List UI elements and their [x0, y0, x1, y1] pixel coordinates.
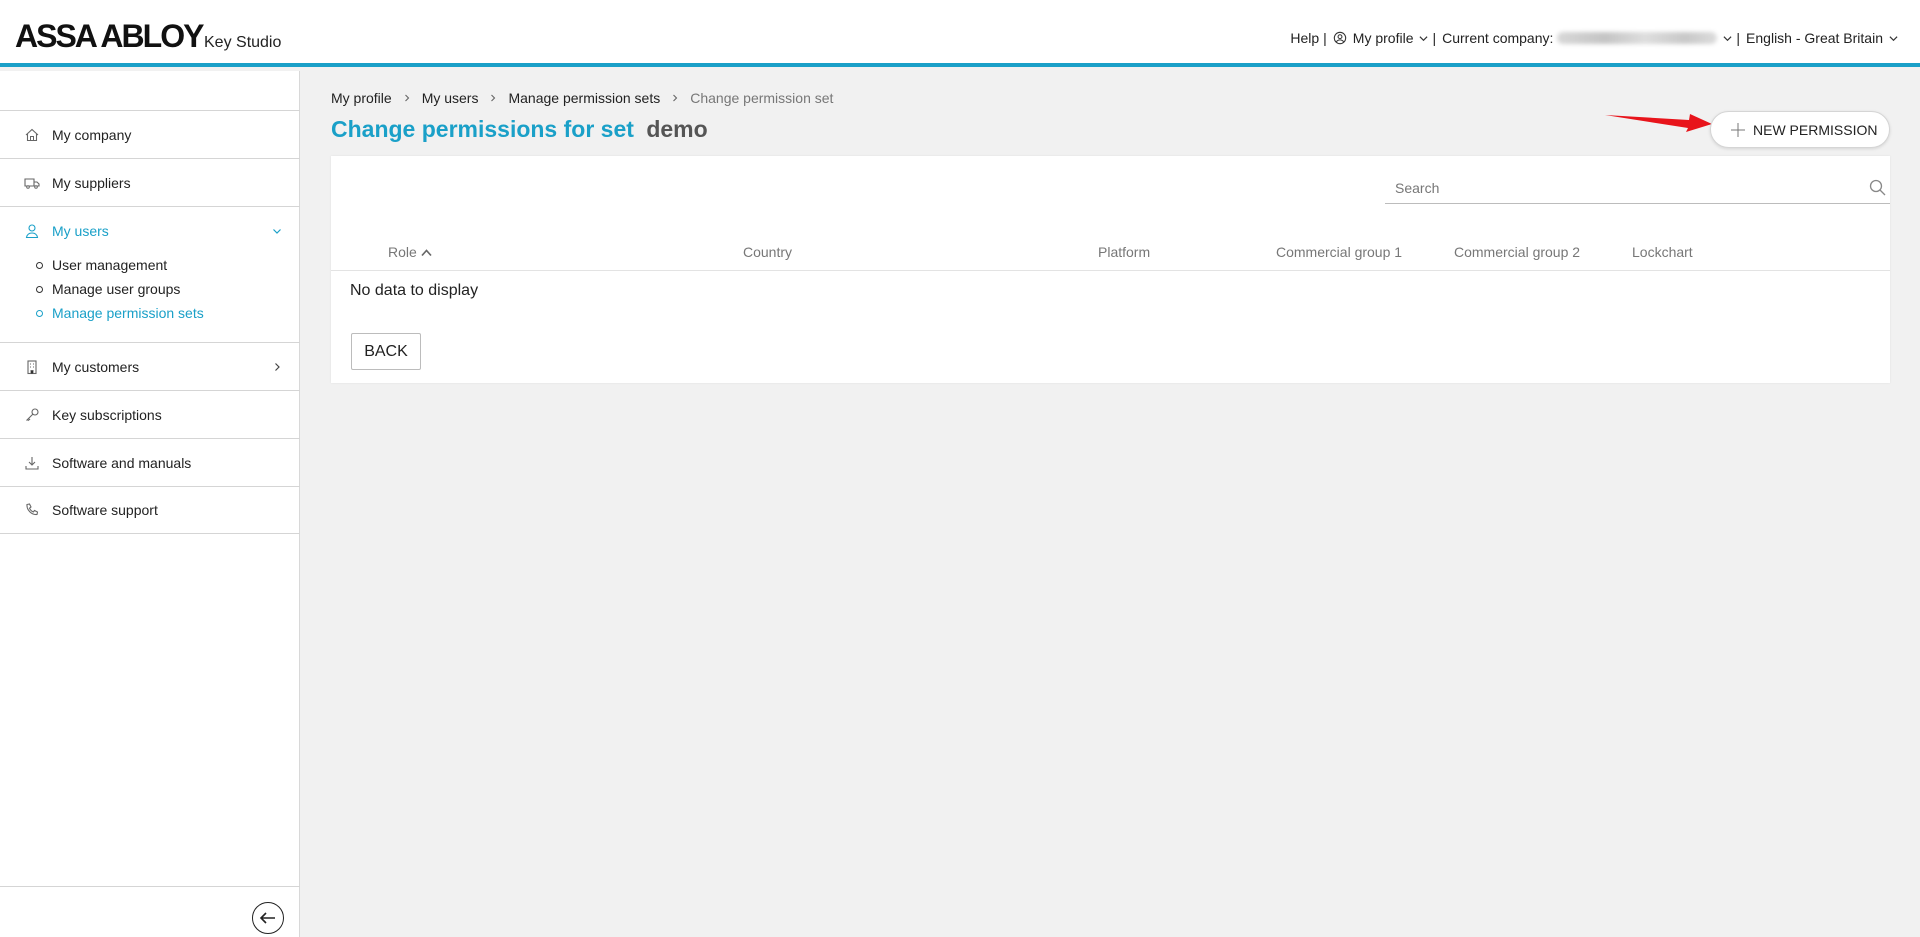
annotation-arrow	[1605, 114, 1712, 132]
sidebar-item-my-suppliers[interactable]: My suppliers	[0, 158, 300, 206]
submenu-item-user-management[interactable]: User management	[36, 255, 204, 279]
submenu-item-manage-user-groups[interactable]: Manage user groups	[36, 279, 204, 303]
top-header: ASSA ABLOY Key Studio Help | My profile …	[0, 0, 1920, 67]
separator: |	[1323, 30, 1327, 46]
sidebar-item-my-users[interactable]: My users	[0, 206, 300, 254]
column-header-country[interactable]: Country	[743, 244, 792, 260]
search-icon[interactable]	[1869, 179, 1886, 196]
sidebar-item-my-customers[interactable]: My customers	[0, 342, 300, 390]
column-header-commercial-group-2[interactable]: Commercial group 2	[1454, 244, 1580, 260]
user-icon	[25, 223, 39, 238]
column-header-platform[interactable]: Platform	[1098, 244, 1150, 260]
search-input[interactable]	[1395, 177, 1855, 199]
column-header-role[interactable]: Role	[388, 244, 432, 260]
download-icon	[25, 456, 39, 470]
sidebar-item-key-subscriptions[interactable]: Key subscriptions	[0, 390, 300, 438]
chevron-right-icon	[275, 362, 280, 371]
breadcrumb-my-users[interactable]: My users	[422, 90, 479, 106]
header-menu: Help | My profile | Current company: | E…	[1290, 30, 1898, 46]
chevron-down-icon	[1889, 35, 1898, 41]
sidebar-item-software-and-manuals[interactable]: Software and manuals	[0, 438, 300, 486]
breadcrumb-current-page: Change permission set	[690, 90, 834, 106]
help-link[interactable]: Help	[1290, 30, 1319, 46]
page-title: Change permissions for set demo	[331, 116, 708, 143]
column-header-commercial-group-1[interactable]: Commercial group 1	[1276, 244, 1402, 260]
breadcrumb-my-profile[interactable]: My profile	[331, 90, 392, 106]
permission-set-name: demo	[646, 116, 708, 142]
search-box	[1385, 171, 1890, 204]
page-title-prefix: Change permissions for set	[331, 116, 634, 142]
assa-abloy-logo[interactable]: ASSA ABLOY	[15, 18, 204, 55]
phone-icon	[26, 503, 39, 516]
chevron-right-icon	[673, 94, 678, 102]
breadcrumb-manage-permission-sets[interactable]: Manage permission sets	[508, 90, 660, 106]
product-name: Key Studio	[204, 34, 282, 51]
key-icon	[26, 407, 39, 421]
sidebar-item-my-company[interactable]: My company	[0, 110, 300, 158]
sort-ascending-icon	[421, 248, 432, 256]
user-circle-icon	[1333, 31, 1347, 45]
sidebar-divider	[0, 886, 300, 887]
chevron-down-icon	[1723, 35, 1732, 41]
back-button[interactable]: BACK	[351, 333, 421, 370]
submenu-item-manage-permission-sets[interactable]: Manage permission sets	[36, 303, 204, 327]
breadcrumb: My profile My users Manage permission se…	[331, 90, 833, 106]
chevron-right-icon	[404, 94, 409, 102]
collapse-sidebar-button[interactable]	[252, 902, 284, 934]
truck-icon	[24, 177, 40, 189]
plus-icon	[1731, 122, 1745, 137]
home-icon	[25, 128, 39, 141]
my-users-submenu: User management Manage user groups Manag…	[36, 255, 204, 327]
company-name-redacted	[1557, 32, 1718, 44]
column-header-lockchart[interactable]: Lockchart	[1632, 244, 1693, 260]
empty-table-message: No data to display	[350, 282, 479, 299]
building-icon	[27, 359, 37, 374]
arrow-left-icon	[259, 912, 275, 924]
chevron-down-icon	[1419, 35, 1428, 41]
separator: |	[1432, 30, 1437, 46]
sidebar: My company My suppliers My users User ma…	[0, 71, 300, 937]
my-profile-menu[interactable]: My profile	[1333, 30, 1429, 46]
sidebar-item-software-support[interactable]: Software support	[0, 486, 300, 534]
new-permission-button[interactable]: NEW PERMISSION	[1710, 111, 1890, 148]
current-company-menu[interactable]: Current company:	[1442, 30, 1732, 46]
table-header-divider	[331, 270, 1890, 271]
chevron-down-icon	[273, 228, 281, 234]
chevron-right-icon	[491, 94, 496, 102]
language-menu[interactable]: English - Great Britain	[1746, 30, 1898, 46]
separator: |	[1736, 30, 1741, 46]
